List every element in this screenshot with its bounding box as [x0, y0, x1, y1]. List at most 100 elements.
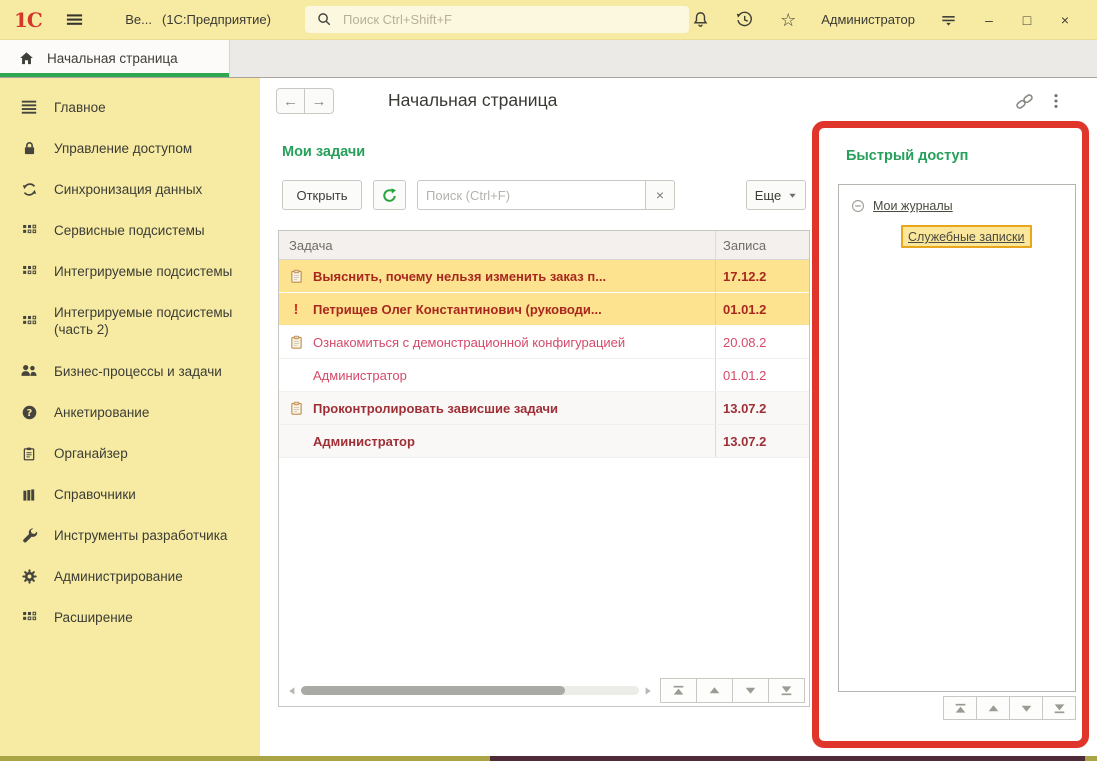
history-nav: ← → — [276, 88, 334, 114]
dots-grid-icon — [19, 222, 39, 239]
bottom-edge-strip — [0, 756, 1097, 761]
notifications-icon[interactable] — [689, 9, 711, 31]
memos-link[interactable]: Служебные записки — [908, 230, 1025, 244]
go-last-button[interactable] — [768, 678, 805, 703]
go-first-button[interactable] — [660, 678, 697, 703]
refresh-icon — [381, 187, 398, 204]
clipboard-icon — [19, 446, 39, 462]
open-button[interactable]: Открыть — [282, 180, 362, 210]
sidebar-item-access-management[interactable]: Управление доступом — [0, 128, 260, 169]
task-text: Петрищев Олег Константинович (руководи..… — [313, 302, 602, 317]
page-title: Начальная страница — [388, 90, 557, 111]
tasks-search: × — [417, 180, 675, 210]
sidebar: ГлавноеУправление доступом Синхронизация … — [0, 78, 260, 756]
quick-access-heading: Быстрый доступ — [846, 148, 1082, 164]
go-next-button[interactable] — [732, 678, 769, 703]
sidebar-item-label: Анкетирование — [54, 404, 149, 421]
more-menu-icon[interactable] — [1045, 90, 1067, 112]
more-button[interactable]: Еще — [746, 180, 806, 210]
quick-go-next-button[interactable] — [1009, 696, 1043, 720]
get-link-icon[interactable] — [1013, 90, 1035, 112]
sidebar-item-business-processes[interactable]: Бизнес-процессы и задачи — [0, 350, 260, 392]
forward-button[interactable]: → — [305, 88, 334, 114]
sidebar-item-service-subsystems[interactable]: Сервисные подсистемы — [0, 210, 260, 251]
clear-search-button[interactable]: × — [645, 180, 675, 210]
current-user[interactable]: Администратор — [821, 12, 915, 27]
history-icon[interactable] — [733, 9, 755, 31]
tasks-search-input[interactable] — [417, 180, 645, 210]
tab-bar: Начальная страница — [0, 40, 1097, 78]
quick-nav-buttons — [838, 696, 1076, 720]
tab-home-page[interactable]: Начальная страница — [0, 40, 230, 77]
sidebar-item-surveys[interactable]: ? Анкетирование — [0, 392, 260, 433]
my-journals-link[interactable]: Мои журналы — [873, 199, 953, 213]
quick-go-prev-button[interactable] — [976, 696, 1010, 720]
sidebar-item-label: Интегрируемые подсистемы — [54, 263, 232, 280]
forward-arrow-icon: → — [312, 94, 327, 109]
sidebar-item-integrated-subsystems[interactable]: Интегрируемые подсистемы — [0, 251, 260, 292]
task-row[interactable]: Ознакомиться с демонстрационной конфигур… — [279, 326, 809, 359]
sidebar-item-catalogs[interactable]: Справочники — [0, 474, 260, 515]
global-search-input[interactable] — [341, 11, 689, 28]
row-nav-buttons — [661, 678, 805, 703]
service-menu-icon[interactable] — [937, 9, 959, 31]
quick-go-first-button[interactable] — [943, 696, 977, 720]
main-menu-icon[interactable] — [64, 9, 85, 31]
sidebar-item-label: Синхронизация данных — [54, 181, 202, 198]
close-button[interactable]: × — [1057, 13, 1073, 27]
active-tab-indicator — [0, 73, 229, 77]
sidebar-item-main[interactable]: Главное — [0, 86, 260, 128]
scrollbar-thumb[interactable] — [301, 686, 565, 695]
task-text: Администратор — [313, 368, 407, 383]
dots-grid-icon — [19, 609, 39, 626]
sidebar-item-developer-tools[interactable]: Инструменты разработчика — [0, 515, 260, 556]
sidebar-item-extension[interactable]: Расширение — [0, 597, 260, 638]
task-row[interactable]: Выяснить, почему нельзя изменить заказ п… — [279, 260, 809, 293]
clipboard-task-icon — [287, 269, 305, 284]
tree-node-my-journals: Мои журналы — [851, 199, 1075, 213]
task-row[interactable]: Администратор01.01.2 — [279, 359, 809, 392]
home-icon — [15, 48, 37, 70]
scroll-right-icon[interactable] — [641, 686, 655, 696]
quick-go-last-button[interactable] — [1042, 696, 1076, 720]
sidebar-item-label: Органайзер — [54, 445, 128, 462]
sidebar-item-integrated-subsystems-2[interactable]: Интегрируемые подсистемы (часть 2) — [0, 292, 260, 350]
tasks-table-footer — [285, 678, 805, 703]
refresh-button[interactable] — [373, 180, 406, 210]
task-text: Выяснить, почему нельзя изменить заказ п… — [313, 269, 606, 284]
dots-grid-icon — [19, 263, 39, 280]
svg-text:?: ? — [26, 408, 32, 419]
sidebar-item-administration[interactable]: Администрирование — [0, 556, 260, 597]
clipboard-task-icon — [287, 335, 305, 350]
sidebar-item-label: Администрирование — [54, 568, 183, 585]
horizontal-scrollbar[interactable] — [301, 686, 639, 695]
task-row[interactable]: Администратор13.07.2 — [279, 425, 809, 458]
my-tasks-panel: Мои задачи Открыть × Еще Задача Записа — [278, 144, 810, 707]
sidebar-item-organizer[interactable]: Органайзер — [0, 433, 260, 474]
tab-label: Начальная страница — [47, 51, 178, 66]
sidebar-item-label: Инструменты разработчика — [54, 527, 227, 544]
column-header-recorded[interactable]: Записа — [715, 231, 809, 259]
sidebar-item-label: Сервисные подсистемы — [54, 222, 205, 239]
clipboard-task-icon — [287, 401, 305, 416]
global-search[interactable] — [305, 6, 689, 33]
sidebar-item-data-sync[interactable]: Синхронизация данных — [0, 169, 260, 210]
task-row[interactable]: !Петрищев Олег Константинович (руководи.… — [279, 293, 809, 326]
maximize-button[interactable]: □ — [1019, 13, 1035, 27]
titlebar-right-group: ☆ Администратор – □ × — [689, 9, 1097, 31]
sidebar-item-label: Бизнес-процессы и задачи — [54, 363, 222, 380]
minimize-button[interactable]: – — [981, 13, 997, 27]
books-icon — [19, 487, 39, 503]
document-title: Ве... — [125, 12, 152, 27]
task-row[interactable]: Проконтролировать зависшие задачи13.07.2 — [279, 392, 809, 425]
back-button[interactable]: ← — [276, 88, 305, 114]
tasks-table: Задача Записа Выяснить, почему нельзя из… — [278, 230, 810, 707]
scroll-left-icon[interactable] — [285, 686, 299, 696]
favorites-icon[interactable]: ☆ — [777, 9, 799, 31]
my-tasks-heading: Мои задачи — [282, 144, 810, 160]
people-icon — [19, 362, 39, 380]
go-prev-button[interactable] — [696, 678, 733, 703]
question-icon: ? — [19, 404, 39, 421]
column-header-task[interactable]: Задача — [279, 231, 715, 259]
collapse-icon[interactable] — [851, 199, 865, 213]
